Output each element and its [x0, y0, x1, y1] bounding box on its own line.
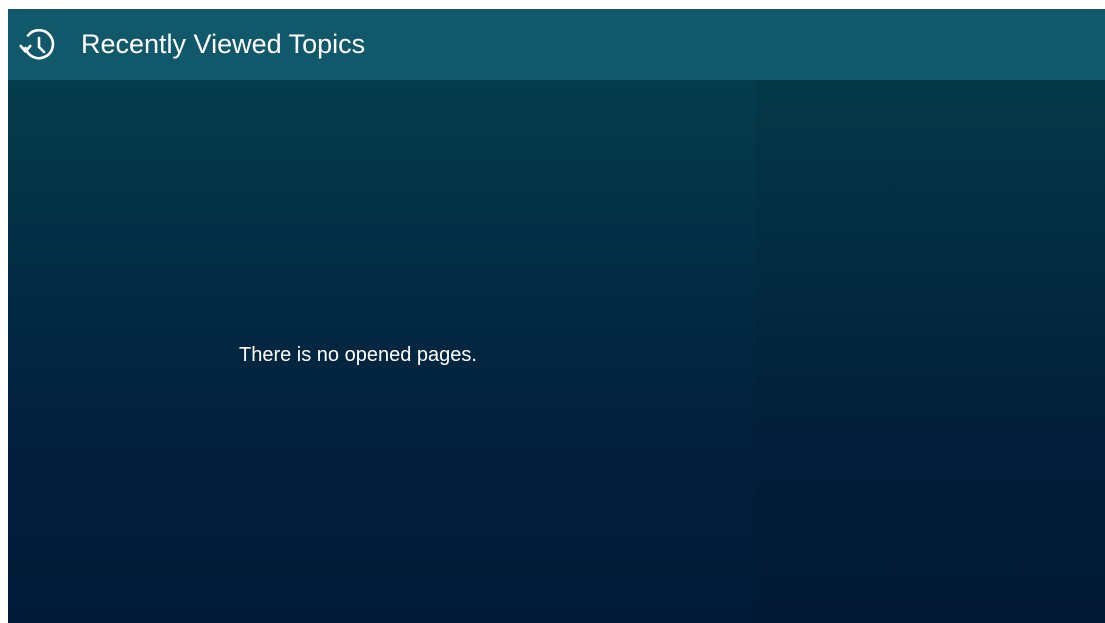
page-title: Recently Viewed Topics — [81, 29, 366, 59]
content-area: There is no opened pages. — [8, 80, 1105, 623]
header-bar: Recently Viewed Topics — [8, 9, 1105, 80]
empty-state-message: There is no opened pages. — [239, 344, 477, 366]
history-icon — [17, 24, 59, 66]
side-panel — [756, 80, 1105, 623]
recently-viewed-screen: Recently Viewed Topics There is no opene… — [8, 9, 1105, 623]
